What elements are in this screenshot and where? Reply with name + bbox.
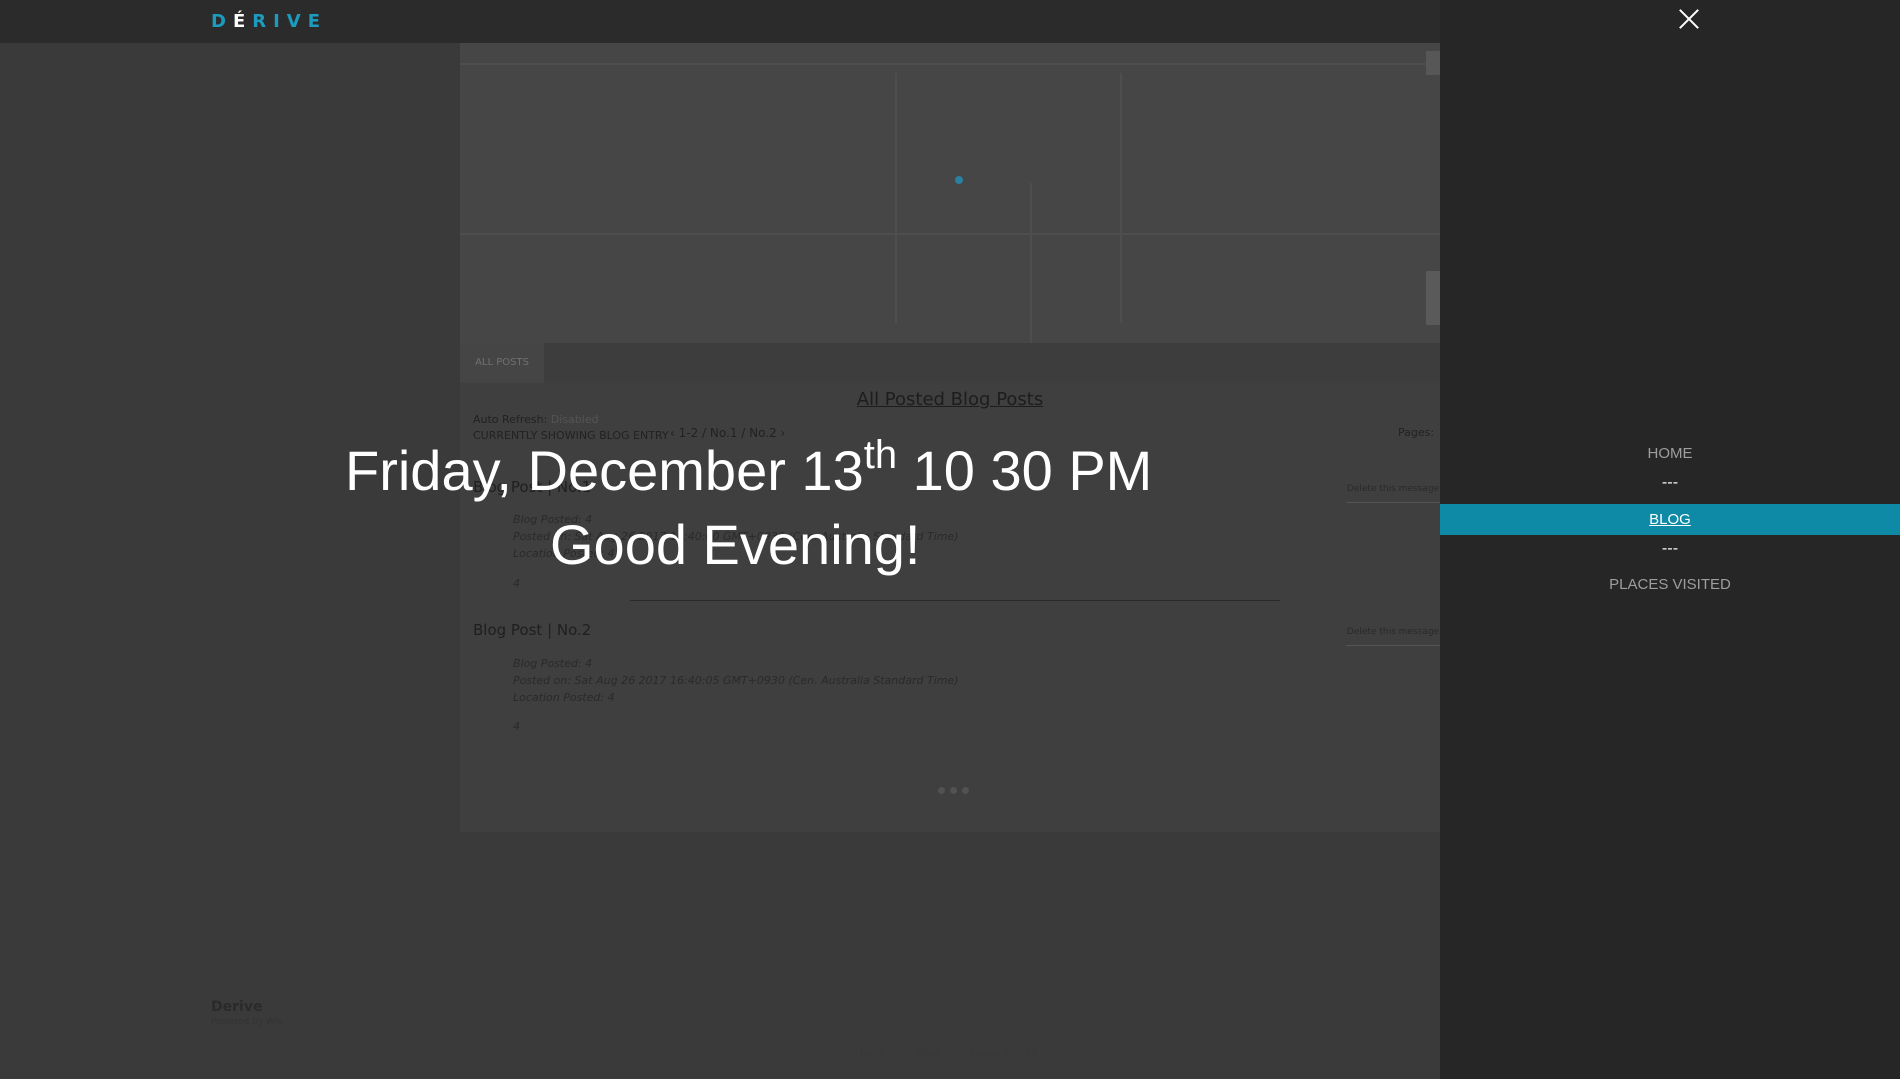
dot [950, 787, 957, 794]
auto-refresh-label: Auto Refresh: [473, 413, 548, 426]
footer-sub: Powered by Wix [211, 1017, 283, 1027]
map-pin-icon[interactable] [955, 176, 963, 184]
blog-heading[interactable]: All Posted Blog Posts [460, 389, 1440, 410]
delete-button[interactable]: Delete this message [1346, 619, 1440, 646]
menu-item-home[interactable]: HOME [1440, 445, 1900, 462]
greeting-date-suffix: th [863, 433, 898, 477]
fullscreen-icon[interactable] [1426, 51, 1440, 75]
post-divider [630, 600, 1280, 601]
logo-part1: D [211, 11, 233, 32]
map-road [895, 73, 897, 323]
post-title: Blog Post | No.2 [473, 621, 592, 639]
greeting-date: Friday, December 13 [345, 439, 864, 502]
greeting-datetime: Friday, December 13th 10 30 PM [345, 433, 1152, 503]
side-menu: HOME --- BLOG --- PLACES VISITED [1440, 0, 1900, 1079]
menu-item-places-visited[interactable]: PLACES VISITED [1440, 576, 1900, 593]
map-road [460, 63, 1440, 65]
auto-refresh-value[interactable]: Disabled [551, 413, 599, 426]
post-extra: 4 [513, 577, 520, 590]
tab-bar: ALL POSTS [460, 343, 1440, 383]
dot [938, 787, 945, 794]
auto-refresh: Auto Refresh: Disabled [473, 413, 599, 426]
zoom-control[interactable] [1426, 271, 1440, 325]
footer-links: Home Blog Places Visited [855, 1048, 1066, 1059]
menu-separator: --- [1661, 473, 1679, 491]
menu-item-blog-label: BLOG [1649, 511, 1691, 528]
map-road [460, 233, 1440, 235]
post-date: Posted on: Sat Aug 26 2017 16:40:05 GMT+… [513, 674, 959, 687]
greeting-message: Good Evening! [550, 513, 921, 576]
site-logo[interactable]: DÉRIVE [211, 11, 327, 32]
footer-brand: Derive [211, 999, 263, 1015]
delete-button[interactable]: Delete this message [1346, 476, 1440, 503]
footer-link[interactable]: Places Visited [969, 1048, 1038, 1059]
post-extra: 4 [513, 720, 520, 733]
map[interactable] [460, 43, 1440, 343]
map-road [1120, 73, 1122, 323]
menu-item-blog[interactable]: BLOG [1440, 504, 1900, 535]
post-location: Location Posted: 4 [513, 691, 615, 704]
footer-link[interactable]: Blog [916, 1048, 938, 1059]
close-icon[interactable] [1675, 6, 1703, 34]
dot [962, 787, 969, 794]
post-body: Blog Posted: 4 [513, 657, 593, 670]
logo-accent: É [232, 11, 253, 32]
tab-all-posts[interactable]: ALL POSTS [460, 343, 544, 383]
menu-separator: --- [1661, 539, 1679, 557]
footer-link[interactable]: Home [855, 1048, 885, 1059]
pages-label: Pages: [1398, 426, 1435, 439]
greeting-time: 10 30 PM [897, 439, 1153, 502]
map-road [1030, 183, 1032, 343]
loading-dots [938, 779, 978, 794]
logo-part2: RIVE [252, 11, 328, 32]
